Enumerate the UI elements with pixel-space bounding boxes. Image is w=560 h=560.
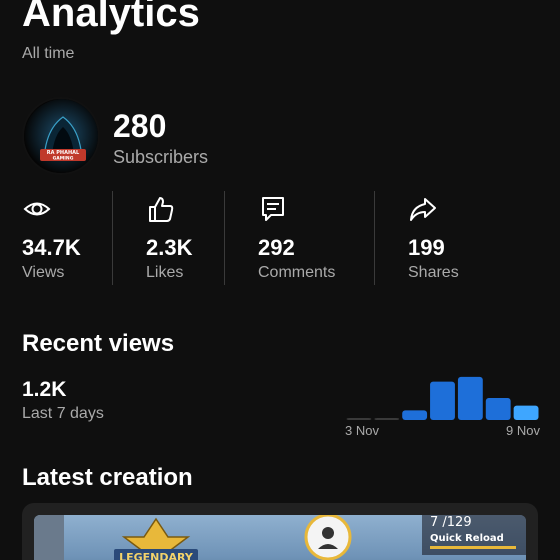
- latest-creation-title: Latest creation: [22, 464, 193, 491]
- subscribers-count: 280: [113, 108, 167, 144]
- chart-bar-6-nov[interactable]: [430, 381, 455, 420]
- avatar-text-line1: RA PHAHAL: [47, 150, 80, 156]
- views-value: 34.7K: [22, 235, 81, 260]
- analytics-page: Analytics All time RA PHAHAL GAMING 280 …: [0, 0, 560, 560]
- thumbs-up-icon: [149, 197, 174, 222]
- share-icon: [410, 198, 436, 221]
- x-tick-label: 3 Nov: [345, 423, 379, 438]
- chart-bar-4-nov[interactable]: [374, 418, 400, 420]
- comment-icon: [262, 197, 284, 221]
- subscribers-label: Subscribers: [113, 147, 209, 167]
- hooded-figure-logo: RA PHAHAL GAMING: [24, 99, 98, 173]
- page-title: Analytics: [22, 0, 200, 35]
- shares-label: Shares: [408, 264, 459, 281]
- video-thumbnail[interactable]: LEGENDARY 7 /129 Quick Reload: [34, 515, 526, 560]
- chart-bar-9-nov[interactable]: [513, 405, 539, 420]
- ammo-counter: 7 /129: [430, 515, 472, 530]
- stat-divider: [374, 191, 375, 285]
- x-tick-label: 9 Nov: [506, 423, 540, 438]
- recent-views-chart[interactable]: 3 Nov 9 Nov: [340, 360, 545, 445]
- channel-avatar[interactable]: RA PHAHAL GAMING: [22, 97, 100, 175]
- chart-bar-3-nov[interactable]: [346, 418, 372, 420]
- avatar-text-line2: GAMING: [53, 156, 74, 162]
- comments-value: 292: [258, 235, 295, 260]
- chart-bar-5-nov[interactable]: [402, 410, 428, 420]
- latest-creation-card[interactable]: LEGENDARY 7 /129 Quick Reload: [22, 503, 538, 560]
- eye-icon: [23, 202, 51, 216]
- chart-bar-7-nov[interactable]: [457, 376, 483, 420]
- quick-reload-label: Quick Reload: [430, 533, 504, 544]
- chart-bar-8-nov[interactable]: [485, 397, 511, 420]
- recent-views-title: Recent views: [22, 330, 175, 357]
- recent-views-value: 1.2K: [22, 378, 67, 401]
- comments-label: Comments: [258, 264, 336, 281]
- likes-label: Likes: [146, 264, 184, 281]
- badge-label: LEGENDARY: [119, 551, 194, 560]
- stat-divider: [224, 191, 225, 285]
- views-label: Views: [22, 264, 65, 281]
- shares-value: 199: [408, 235, 445, 260]
- recent-views-period: Last 7 days: [22, 405, 104, 422]
- thumbnail-art: LEGENDARY 7 /129 Quick Reload: [34, 515, 526, 560]
- stat-divider: [112, 191, 113, 285]
- time-range-label: All time: [22, 45, 75, 62]
- likes-value: 2.3K: [146, 235, 193, 260]
